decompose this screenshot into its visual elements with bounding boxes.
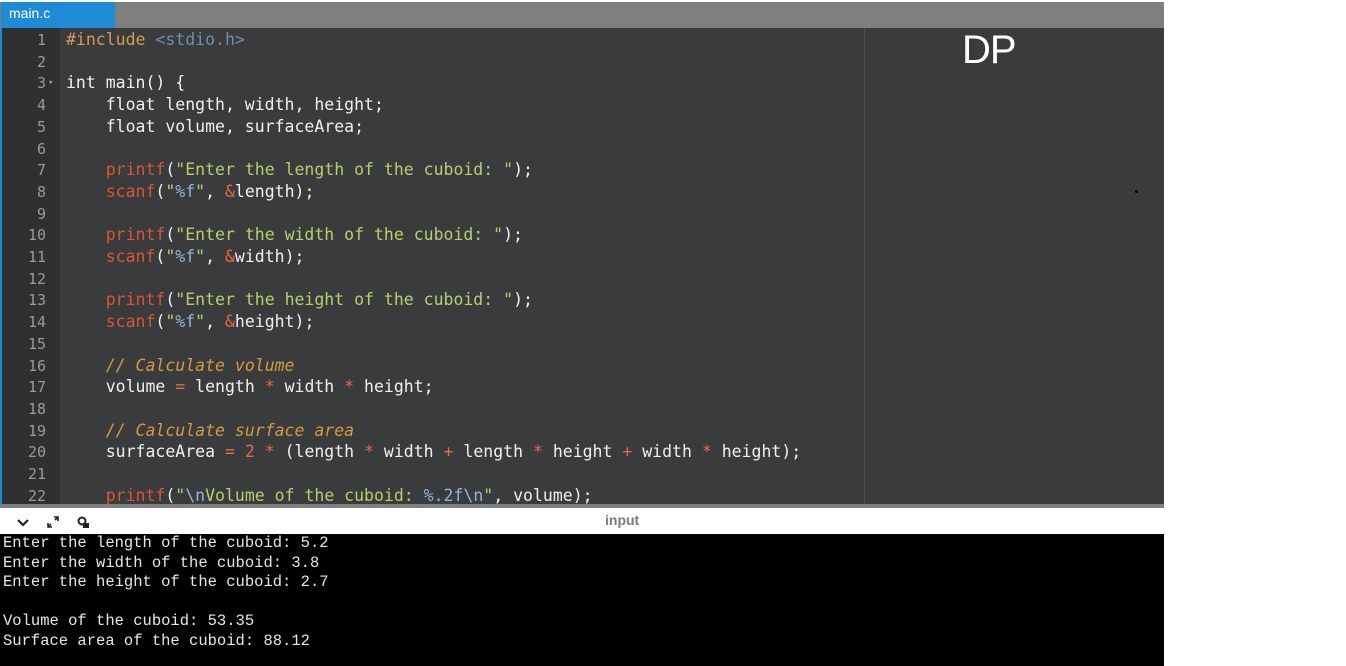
online-compiler-window: main.c 1 #include <stdio.h> 2 3 ▾ int main() … xyxy=(0,0,1164,666)
code-line[interactable]: 21 xyxy=(0,463,1164,485)
code-line[interactable]: 8 scanf("%f", &length); xyxy=(0,181,1164,203)
code-line[interactable]: 13 printf("Enter the height of the cuboi… xyxy=(0,289,1164,311)
code-text: float length, width, height; xyxy=(66,95,384,115)
code-line[interactable]: 3 ▾ int main() { xyxy=(0,72,1164,94)
code-text: printf("Enter the height of the cuboid: … xyxy=(105,290,533,310)
line-number: 12 xyxy=(27,269,46,288)
console-line: Volume of the cuboid: 53.35 xyxy=(3,612,255,630)
io-panel-header: input xyxy=(0,508,1164,534)
code-line[interactable]: 20 surfaceArea = 2 * (length * width + l… xyxy=(0,441,1164,463)
console-line: Surface area of the cuboid: 88.12 xyxy=(3,631,310,650)
line-number: 18 xyxy=(27,399,46,418)
code-line[interactable]: 18 xyxy=(0,398,1164,420)
line-number: 16 xyxy=(27,356,46,375)
stray-dot xyxy=(1135,190,1138,193)
code-text: scanf("%f", &length); xyxy=(105,181,315,201)
line-number: 15 xyxy=(27,334,46,353)
line-number: 8 xyxy=(36,182,46,201)
line-number: 19 xyxy=(27,421,46,440)
code-text: // Calculate volume xyxy=(105,355,295,375)
line-number: 11 xyxy=(27,248,46,266)
line-number: 22 xyxy=(27,486,46,504)
line-number: 3 xyxy=(36,74,46,93)
console-line: Enter the height of the cuboid: 2.7 xyxy=(3,573,329,591)
line-number: 17 xyxy=(27,378,46,397)
code-line[interactable]: 16 // Calculate volume xyxy=(0,355,1164,377)
line-number: 10 xyxy=(27,226,46,245)
chevron-down-icon[interactable] xyxy=(16,514,30,533)
tab-main-c[interactable]: main.c xyxy=(1,2,115,28)
code-text: volume = length * width * height; xyxy=(66,377,434,397)
line-number: 1 xyxy=(36,31,46,49)
code-line[interactable]: 17 volume = length * width * height; xyxy=(0,376,1164,398)
code-text: printf("Enter the length of the cuboid: … xyxy=(105,160,533,180)
code-text: // Calculate surface area xyxy=(105,420,355,440)
line-number: 20 xyxy=(27,443,46,462)
code-line[interactable]: 5 float volume, surfaceArea; xyxy=(0,116,1164,138)
code-text: int main() { xyxy=(66,73,186,93)
console-line: Enter the width of the cuboid: 3.8 xyxy=(3,553,320,572)
line-number: 21 xyxy=(27,465,46,483)
code-text: scanf("%f", &width); xyxy=(105,247,305,266)
line-number: 5 xyxy=(36,117,46,136)
code-text: scanf("%f", &height); xyxy=(105,312,315,332)
line-number: 14 xyxy=(27,313,46,332)
code-text: printf("\nVolume of the cuboid: %.2f\n",… xyxy=(105,485,593,504)
fold-arrow-icon[interactable]: ▾ xyxy=(48,72,58,94)
watermark-text: DP xyxy=(962,28,1017,72)
code-line[interactable]: 9 xyxy=(0,203,1164,225)
line-number: 2 xyxy=(36,52,46,71)
line-number: 7 xyxy=(36,161,46,180)
code-line[interactable]: 22 printf("\nVolume of the cuboid: %.2f\… xyxy=(0,485,1164,504)
expand-icon[interactable] xyxy=(46,514,60,533)
code-line[interactable]: 10 printf("Enter the width of the cuboid… xyxy=(0,224,1164,246)
code-line[interactable]: 14 scanf("%f", &height); xyxy=(0,311,1164,333)
code-line[interactable]: 4 float length, width, height; xyxy=(0,94,1164,116)
console-output[interactable]: Enter the length of the cuboid: 5.2 Enter… xyxy=(0,534,1164,666)
tab-bar: main.c xyxy=(0,2,1164,28)
code-text: #include <stdio.h> xyxy=(66,30,245,49)
code-line[interactable]: 11 scanf("%f", &width); xyxy=(0,246,1164,268)
code-text: surfaceArea = 2 * (length * width + leng… xyxy=(66,442,802,462)
code-line[interactable]: 12 xyxy=(0,268,1164,290)
code-line[interactable]: 19 // Calculate surface area xyxy=(0,420,1164,442)
line-number: 13 xyxy=(27,291,46,310)
line-number: 6 xyxy=(36,139,46,158)
code-text: printf("Enter the width of the cuboid: "… xyxy=(105,225,523,245)
console-line: Enter the length of the cuboid: 5.2 xyxy=(3,534,329,552)
code-line[interactable]: 15 xyxy=(0,333,1164,355)
line-number: 9 xyxy=(36,204,46,223)
line-number: 4 xyxy=(36,96,46,115)
settings-icon[interactable] xyxy=(76,514,90,533)
code-line[interactable]: 6 xyxy=(0,138,1164,160)
io-panel-title: input xyxy=(605,512,640,528)
code-line[interactable]: 7 printf("Enter the length of the cuboid… xyxy=(0,159,1164,181)
code-text: float volume, surfaceArea; xyxy=(66,116,365,136)
code-editor[interactable]: 1 #include <stdio.h> 2 3 ▾ int main() {4 floa… xyxy=(0,28,1164,504)
